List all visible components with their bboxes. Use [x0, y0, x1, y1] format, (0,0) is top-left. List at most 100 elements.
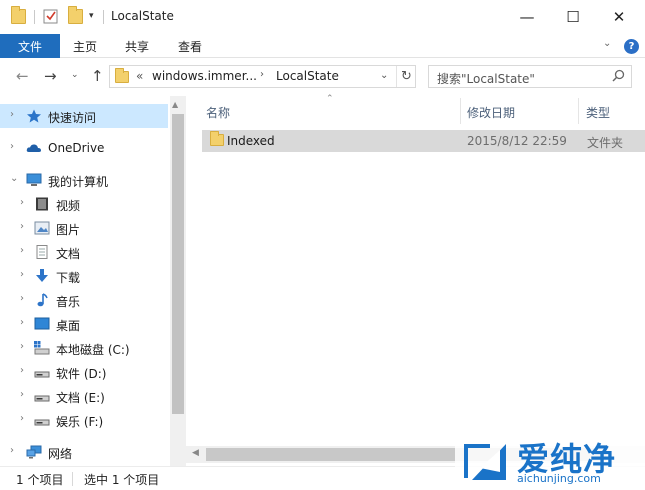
status-selected-count: 选中 1 个项目	[84, 473, 160, 487]
sidebar-item-label: 网络	[48, 447, 73, 461]
address-overflow[interactable]: «	[136, 69, 143, 83]
chevron-right-icon[interactable]: ›	[10, 445, 14, 456]
sidebar-item-label: 娱乐 (F:)	[56, 415, 104, 429]
breadcrumb-segment[interactable]: windows.immer...	[152, 69, 257, 83]
download-icon	[36, 269, 48, 282]
tab-share[interactable]: 共享	[125, 38, 149, 55]
sidebar-item-music[interactable]: › 音乐	[0, 288, 168, 312]
breadcrumb-segment[interactable]: LocalState	[276, 69, 339, 83]
column-header-name[interactable]: 名称	[206, 104, 230, 121]
sidebar-item-label: 文档	[56, 247, 81, 261]
table-row[interactable]: Indexed 2015/8/12 22:59 文件夹	[202, 130, 645, 152]
chevron-right-icon[interactable]: ›	[20, 197, 24, 208]
computer-icon	[26, 173, 42, 186]
column-header-type[interactable]: 类型	[586, 104, 610, 121]
title-bar: ▾ LocalState — ☐ ✕	[0, 0, 645, 34]
sidebar-item-desktop[interactable]: › 桌面	[0, 312, 168, 336]
chevron-right-icon[interactable]: ›	[20, 365, 24, 376]
address-dropdown-icon[interactable]: ⌄	[380, 70, 388, 81]
breadcrumb-separator[interactable]: ›	[260, 69, 264, 80]
drive-c-icon	[34, 341, 50, 355]
drive-icon	[34, 419, 50, 426]
properties-icon[interactable]	[43, 9, 58, 24]
ribbon: 文件 主页 共享 查看 ⌄ ?	[0, 34, 645, 58]
ribbon-collapse-icon[interactable]: ⌄	[603, 38, 611, 49]
sidebar-item-pictures[interactable]: › 图片	[0, 216, 168, 240]
sidebar-item-downloads[interactable]: › 下载	[0, 264, 168, 288]
close-button[interactable]: ✕	[596, 3, 642, 31]
chevron-right-icon[interactable]: ›	[20, 245, 24, 256]
address-bar[interactable]: « windows.immer... › LocalState ⌄ ↻	[109, 65, 416, 88]
chevron-right-icon[interactable]: ›	[20, 293, 24, 304]
recent-locations-chevron-icon[interactable]: ⌄	[71, 70, 79, 80]
chevron-down-icon[interactable]: ⌄	[10, 173, 18, 184]
tab-file[interactable]: 文件	[0, 34, 60, 58]
new-folder-icon[interactable]	[68, 6, 83, 24]
desktop-icon	[34, 317, 50, 330]
chevron-right-icon[interactable]: ›	[20, 341, 24, 352]
sidebar-item-label: 下载	[56, 271, 81, 285]
sort-ascending-icon: ⌃	[326, 94, 334, 104]
folder-icon	[115, 68, 129, 83]
music-icon	[37, 293, 48, 307]
scroll-left-icon[interactable]: ◀	[192, 448, 199, 458]
refresh-icon[interactable]: ↻	[396, 66, 416, 87]
drive-icon	[34, 371, 50, 378]
drive-icon	[34, 395, 50, 402]
sidebar-item-drive-c[interactable]: › 本地磁盘 (C:)	[0, 336, 168, 360]
column-divider[interactable]	[460, 98, 461, 124]
sidebar-item-drive-d[interactable]: › 软件 (D:)	[0, 360, 168, 384]
sidebar-item-label: 本地磁盘 (C:)	[56, 343, 130, 357]
search-input[interactable]: 搜索"LocalState"	[437, 70, 535, 87]
tab-home[interactable]: 主页	[73, 38, 97, 55]
minimize-button[interactable]: —	[504, 3, 550, 31]
quick-access-dropdown-icon[interactable]: ▾	[89, 11, 94, 21]
sidebar-item-quick-access[interactable]: › 快速访问	[0, 104, 168, 128]
sidebar-item-documents[interactable]: › 文档	[0, 240, 168, 264]
chevron-right-icon[interactable]: ›	[10, 141, 14, 152]
file-date: 2015/8/12 22:59	[467, 134, 567, 148]
up-arrow-icon[interactable]: ↑	[91, 67, 104, 85]
chevron-right-icon[interactable]: ›	[20, 413, 24, 424]
scroll-up-icon[interactable]: ▲	[172, 100, 178, 109]
back-arrow-icon[interactable]: ←	[16, 67, 29, 85]
picture-icon	[34, 221, 50, 235]
search-icon[interactable]	[612, 69, 625, 82]
navigation-pane: › 快速访问 › OneDrive ⌄ 我的计算机 › 视频 › 图片 › 文档…	[0, 96, 186, 466]
chevron-right-icon[interactable]: ›	[20, 221, 24, 232]
chevron-right-icon[interactable]: ›	[20, 389, 24, 400]
file-type: 文件夹	[587, 136, 624, 150]
sidebar-item-my-computer[interactable]: ⌄ 我的计算机	[0, 168, 168, 192]
sidebar-item-label: 视频	[56, 199, 81, 213]
sidebar-item-label: 软件 (D:)	[56, 367, 107, 381]
column-header-date[interactable]: 修改日期	[467, 104, 515, 121]
maximize-button[interactable]: ☐	[550, 3, 596, 31]
cloud-icon	[26, 144, 41, 152]
watermark: 爱纯净 aichunjing.com	[455, 434, 645, 490]
help-icon[interactable]: ?	[624, 39, 639, 54]
star-icon	[27, 109, 41, 123]
tab-view[interactable]: 查看	[178, 38, 202, 55]
forward-arrow-icon[interactable]: →	[44, 67, 57, 85]
sidebar-item-onedrive[interactable]: › OneDrive	[0, 136, 168, 160]
sidebar-item-drive-f[interactable]: › 娱乐 (F:)	[0, 408, 168, 432]
sidebar-item-label: OneDrive	[48, 141, 105, 155]
file-name: Indexed	[227, 134, 275, 148]
sidebar-item-label: 快速访问	[48, 111, 97, 125]
chevron-right-icon[interactable]: ›	[20, 269, 24, 280]
sidebar-item-videos[interactable]: › 视频	[0, 192, 168, 216]
folder-icon	[210, 131, 224, 146]
folder-icon	[11, 6, 26, 24]
sidebar-item-label: 图片	[56, 223, 81, 237]
sidebar-scroll-thumb[interactable]	[172, 114, 184, 414]
status-item-count: 1 个项目	[16, 473, 64, 487]
sidebar-item-network[interactable]: › 网络	[0, 440, 168, 464]
column-divider[interactable]	[578, 98, 579, 124]
search-box[interactable]: 搜索"LocalState"	[428, 65, 632, 88]
sidebar-item-label: 音乐	[56, 295, 81, 309]
sidebar-item-drive-e[interactable]: › 文档 (E:)	[0, 384, 168, 408]
divider	[103, 10, 104, 24]
chevron-right-icon[interactable]: ›	[10, 109, 14, 120]
chevron-right-icon[interactable]: ›	[20, 317, 24, 328]
watermark-url: aichunjing.com	[517, 472, 601, 485]
